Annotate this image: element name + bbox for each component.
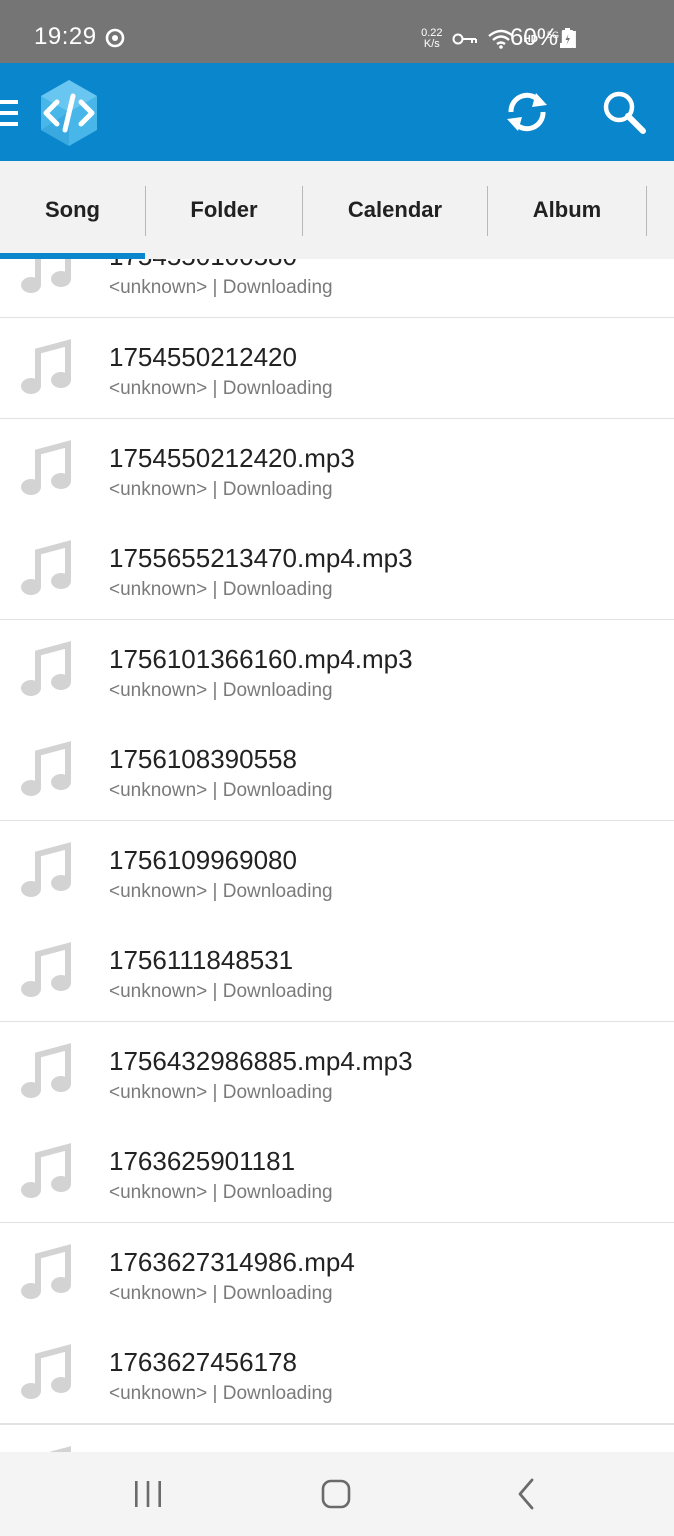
music-note-icon xyxy=(21,1344,71,1399)
music-note-icon xyxy=(21,1042,71,1098)
song-title: 1763627456178 xyxy=(109,1347,297,1377)
song-title: 1755655213470.mp4.mp3 xyxy=(109,543,413,573)
music-note-icon xyxy=(21,640,71,696)
music-note-icon xyxy=(21,259,71,293)
list-item[interactable]: 1754550100580 <unknown> | Downloading xyxy=(0,259,674,319)
list-item[interactable]: 1763627456178 <unknown> | Downloading xyxy=(0,1323,674,1425)
song-subtitle: <unknown> | Downloading xyxy=(109,981,333,1002)
song-title: 1754550212420.mp3 xyxy=(109,442,355,473)
song-subtitle: <unknown> | Downloading xyxy=(109,579,333,600)
list-item[interactable]: 1755655213470.mp4.mp3 <unknown> | Downloa… xyxy=(0,519,674,621)
list-item[interactable]: 1754550212420.mp3 <unknown> | Downloading xyxy=(0,418,674,521)
tab-folder[interactable]: Folder xyxy=(146,161,302,259)
music-note-icon xyxy=(21,339,71,394)
music-note-icon xyxy=(21,841,71,897)
song-title: 1756111848531 xyxy=(109,945,294,975)
list-item[interactable]: 1756111848531 <unknown> | Downloading xyxy=(0,921,674,1023)
music-note-icon xyxy=(21,942,71,997)
music-note-icon xyxy=(21,1143,71,1198)
song-title: 1763627314986.mp4 xyxy=(109,1246,355,1277)
recent-apps-button[interactable] xyxy=(108,1452,188,1536)
tab-divider xyxy=(646,186,647,236)
home-icon xyxy=(321,1479,351,1509)
back-icon xyxy=(518,1478,534,1510)
list-item[interactable]: 1754550212420 <unknown> | Downloading xyxy=(0,318,674,420)
status-bar: 19:29 0.22 K/s HD 5G 60% xyxy=(0,0,674,63)
song-title: 1756109969080 xyxy=(109,844,297,875)
song-title: 1756101366160.mp4.mp3 xyxy=(109,643,413,674)
song-title: 1756108390558 xyxy=(109,744,297,774)
list-item[interactable]: 1763627314986.mp4 <unknown> | Downloading xyxy=(0,1222,674,1325)
net-speed: 0.22 K/s xyxy=(421,27,443,50)
list-item[interactable]: 1763625901181 <unknown> | Downloading xyxy=(0,1122,674,1224)
music-note-icon xyxy=(21,439,71,495)
back-button[interactable] xyxy=(486,1452,566,1536)
refresh-icon[interactable] xyxy=(503,88,551,136)
song-title: 1754550100580 xyxy=(109,259,297,272)
song-subtitle: <unknown> | Downloading xyxy=(109,277,333,298)
list-item[interactable] xyxy=(0,1425,674,1452)
battery-percent: 60% xyxy=(510,24,559,51)
system-nav-bar xyxy=(0,1452,674,1536)
song-subtitle: <unknown> | Downloading xyxy=(109,1282,333,1304)
list-item[interactable]: 1756109969080 <unknown> | Downloading xyxy=(0,820,674,923)
app-logo-icon[interactable] xyxy=(33,78,105,148)
song-subtitle: <unknown> | Downloading xyxy=(109,1182,333,1203)
song-subtitle: <unknown> | Downloading xyxy=(109,1081,333,1103)
song-title: 1763625901181 xyxy=(109,1146,296,1176)
song-subtitle: <unknown> | Downloading xyxy=(109,378,333,399)
tab-album[interactable]: Album xyxy=(488,161,646,259)
sync-status-icon xyxy=(105,28,125,48)
song-list[interactable]: 1754550100580 <unknown> | Downloading 17… xyxy=(0,259,674,1452)
menu-icon[interactable] xyxy=(0,100,20,126)
vpn-key-icon xyxy=(452,33,477,45)
song-subtitle: <unknown> | Downloading xyxy=(109,478,333,500)
list-item[interactable]: 1756432986885.mp4.mp3 <unknown> | Downloa… xyxy=(0,1021,674,1124)
tab-calendar[interactable]: Calendar xyxy=(303,161,487,259)
tab-song[interactable]: Song xyxy=(0,161,145,259)
song-title: 1754550212420 xyxy=(109,342,297,372)
song-subtitle: <unknown> | Downloading xyxy=(109,780,333,801)
song-subtitle: <unknown> | Downloading xyxy=(109,1383,333,1404)
list-item[interactable]: 1756108390558 <unknown> | Downloading xyxy=(0,720,674,822)
home-button[interactable] xyxy=(296,1452,376,1536)
tab-bar: Song Folder Calendar Album xyxy=(0,161,674,260)
search-icon[interactable] xyxy=(602,90,646,134)
music-note-icon xyxy=(21,540,71,595)
recent-apps-icon xyxy=(135,1481,161,1507)
song-subtitle: <unknown> | Downloading xyxy=(109,679,333,701)
list-item[interactable]: 1756101366160.mp4.mp3 <unknown> | Downloa… xyxy=(0,619,674,722)
song-subtitle: <unknown> | Downloading xyxy=(109,880,333,902)
music-note-icon xyxy=(21,1243,71,1299)
battery-icon xyxy=(561,28,574,48)
music-note-icon xyxy=(21,741,71,796)
status-time: 19:29 xyxy=(34,23,97,50)
song-title: 1756432986885.mp4.mp3 xyxy=(109,1045,413,1076)
